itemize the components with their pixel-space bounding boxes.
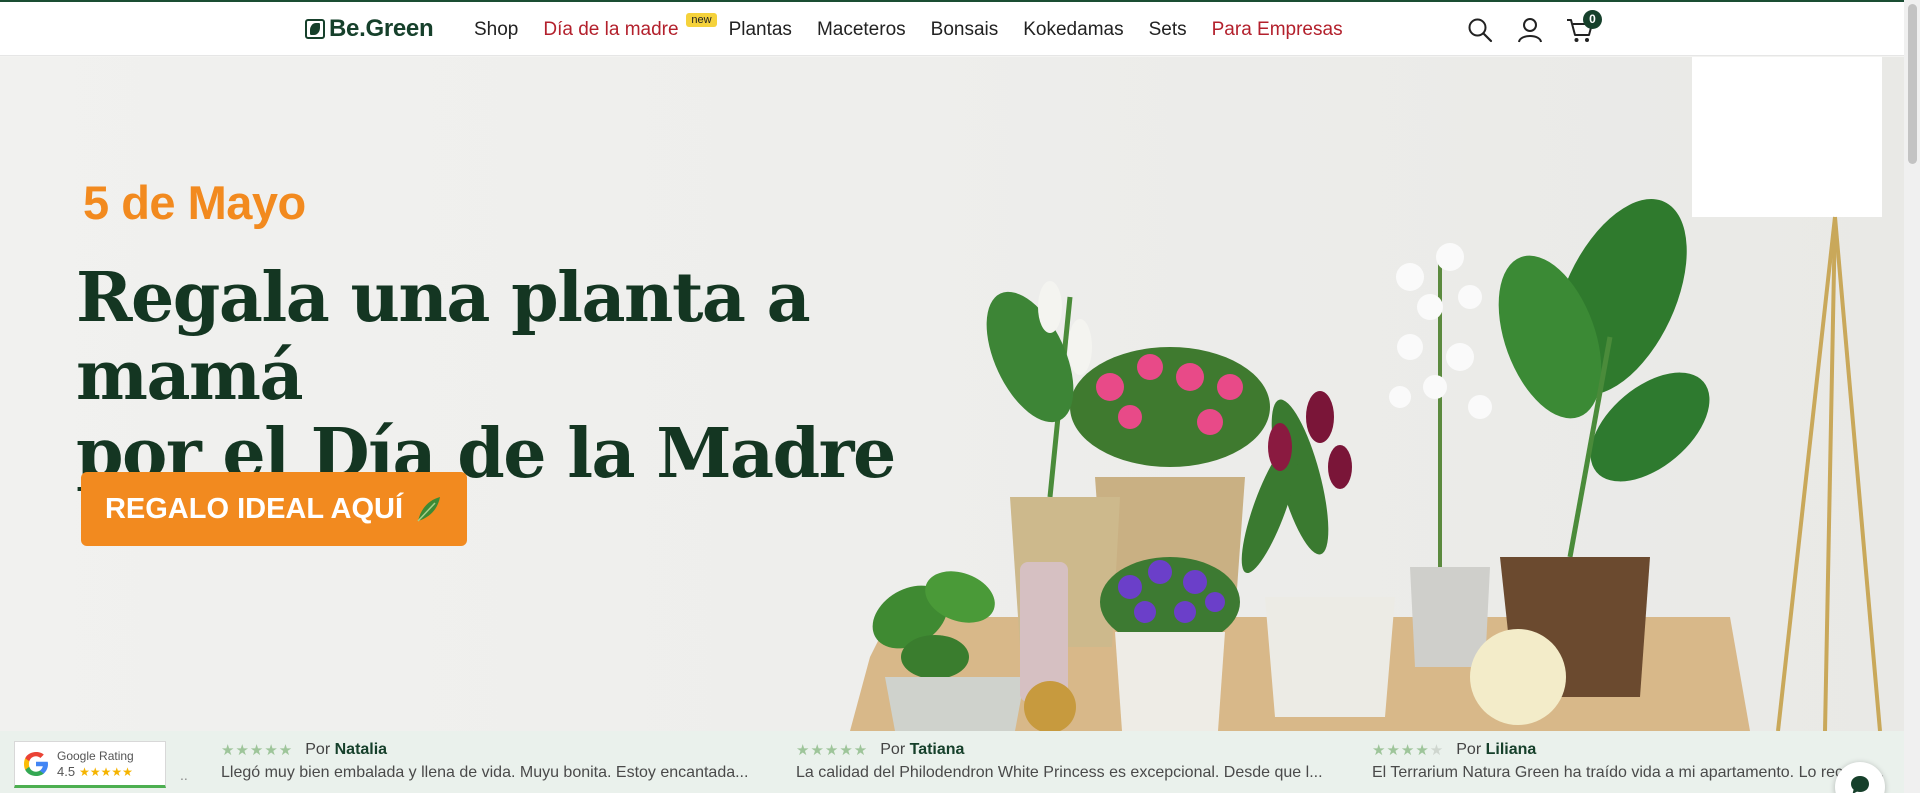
- google-rating-badge[interactable]: Google Rating 4.5 ★★★★★: [14, 741, 166, 788]
- reviews-strip: Google Rating 4.5 ★★★★★ .. ★★★★★ Por Nat…: [0, 731, 1904, 793]
- review-author: Tatiana: [909, 741, 965, 758]
- review-card[interactable]: ★★★★★ Por Natalia Llegó muy bien embalad…: [221, 741, 781, 782]
- google-g-icon: [24, 751, 48, 776]
- review-by: Por: [305, 741, 331, 758]
- logo-leaf-icon: [305, 19, 325, 39]
- nav-item-label: Día de la madre: [543, 19, 679, 40]
- scrollbar-thumb[interactable]: [1908, 4, 1917, 164]
- logo[interactable]: Be.Green: [305, 15, 434, 43]
- review-by: Por: [880, 741, 906, 758]
- rating-stars: ★★★★★: [221, 742, 294, 759]
- nav-item-para-empresas[interactable]: Para Empresas: [1212, 19, 1343, 41]
- review-text: Llegó muy bien embalada y llena de vida.…: [221, 764, 749, 781]
- review-author: Natalia: [334, 741, 388, 758]
- nav-item-bonsais[interactable]: Bonsais: [931, 19, 999, 41]
- hero-title-line1: Regala una planta a mamá: [76, 258, 811, 416]
- leaf-icon: [417, 497, 441, 522]
- page-scrollbar[interactable]: [1904, 0, 1920, 793]
- review-by: Por: [1456, 741, 1482, 758]
- rating-stars: ★★★★★: [1372, 742, 1445, 759]
- main-nav: Shop Día de la madre new Plantas Maceter…: [474, 13, 1368, 41]
- nav-item-dia-de-la-madre[interactable]: Día de la madre new: [543, 13, 717, 41]
- cta-label: REGALO IDEAL AQUÍ: [104, 492, 404, 525]
- review-author: Liliana: [1485, 741, 1537, 758]
- cart-count-badge: 0: [1583, 10, 1602, 29]
- hero-banner: 5 de Mayo Regala una planta a mamá por e…: [0, 57, 1904, 731]
- new-badge: new: [686, 13, 717, 27]
- review-text: El Terrarium Natura Green ha traído vida…: [1372, 764, 1892, 781]
- hero-plants-image: [850, 57, 1882, 731]
- nav-item-plantas[interactable]: Plantas: [729, 19, 792, 41]
- carousel-ellipsis: ..: [180, 767, 188, 783]
- hero-date: 5 de Mayo: [83, 176, 306, 229]
- cart-icon[interactable]: 0: [1566, 10, 1602, 44]
- google-rating-stars: ★★★★★: [79, 764, 133, 779]
- google-rating-label: Google Rating: [57, 749, 134, 763]
- review-card[interactable]: ★★★★★ Por Liliana El Terrarium Natura Gr…: [1372, 741, 1892, 782]
- hero-title: Regala una planta a mamá por el Día de l…: [76, 259, 976, 493]
- nav-item-maceteros[interactable]: Maceteros: [817, 19, 906, 41]
- google-rating-score: 4.5: [57, 764, 76, 779]
- review-text: La calidad del Philodendron White Prince…: [796, 764, 1323, 781]
- nav-item-sets[interactable]: Sets: [1149, 19, 1187, 41]
- chat-bubble-icon: [1851, 776, 1869, 793]
- nav-item-kokedamas[interactable]: Kokedamas: [1023, 19, 1123, 41]
- user-icon[interactable]: [1516, 16, 1544, 44]
- rating-stars: ★★★★★: [796, 742, 869, 759]
- search-icon[interactable]: [1466, 16, 1494, 44]
- review-card[interactable]: ★★★★★ Por Tatiana La calidad del Philode…: [796, 741, 1356, 782]
- header-icons: 0: [1466, 10, 1602, 44]
- site-header: Be.Green Shop Día de la madre new Planta…: [0, 2, 1904, 56]
- regalo-ideal-button[interactable]: REGALO IDEAL AQUÍ: [81, 472, 467, 546]
- nav-item-shop[interactable]: Shop: [474, 19, 518, 41]
- logo-text: Be.Green: [329, 15, 434, 42]
